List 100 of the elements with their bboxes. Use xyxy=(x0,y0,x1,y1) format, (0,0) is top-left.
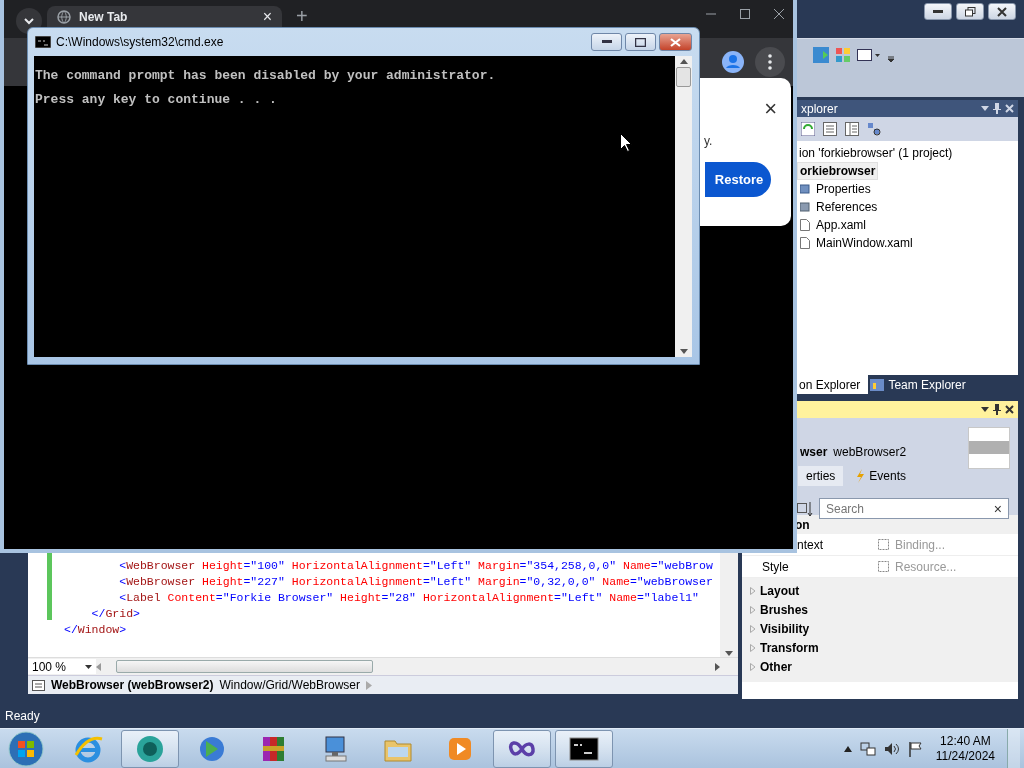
window-icon[interactable] xyxy=(857,47,881,63)
speaker-icon[interactable] xyxy=(883,741,900,757)
tab-close-button[interactable]: × xyxy=(262,7,272,26)
console-line: The command prompt has been disabled by your administrator. xyxy=(35,67,497,85)
tree-item[interactable]: App.xaml xyxy=(814,217,869,233)
change-bar xyxy=(47,552,52,620)
category-label[interactable]: Brushes xyxy=(760,602,809,617)
lightning-icon xyxy=(855,469,866,483)
profile-icon[interactable] xyxy=(721,50,745,74)
close-icon xyxy=(670,37,681,47)
taskbar-button[interactable] xyxy=(555,730,613,768)
close-icon xyxy=(997,6,1007,17)
scroll-up-icon[interactable] xyxy=(679,59,688,64)
flag-icon[interactable] xyxy=(907,741,924,757)
menu-button[interactable] xyxy=(755,47,785,77)
category-label[interactable]: Other xyxy=(760,659,792,674)
scrollbar-thumb[interactable] xyxy=(116,660,373,673)
property-name: ntext xyxy=(796,537,824,552)
console-icon xyxy=(35,36,51,48)
pin-icon[interactable] xyxy=(993,404,1001,415)
code-line: </Window> xyxy=(64,622,128,638)
breadcrumb-item[interactable]: WebBrowser (webBrowser2) xyxy=(51,678,214,692)
close-icon[interactable] xyxy=(773,8,785,20)
list-icon[interactable] xyxy=(823,122,837,136)
restore-button[interactable]: Restore xyxy=(705,162,771,197)
breadcrumb-item[interactable]: Window/Grid/WebBrowser xyxy=(219,678,360,692)
menu-icon xyxy=(768,54,772,70)
mouse-pointer-icon xyxy=(620,133,632,152)
tree-item[interactable]: References xyxy=(814,199,880,215)
clear-button[interactable]: × xyxy=(993,500,1002,517)
document-outline-icon[interactable] xyxy=(32,679,45,691)
dropdown-icon[interactable] xyxy=(981,105,989,112)
console-line: Press any key to continue . . . xyxy=(35,91,278,109)
properties-tab[interactable]: erties xyxy=(798,466,844,486)
scroll-right-icon[interactable] xyxy=(715,662,720,671)
ring-icon xyxy=(134,733,166,765)
dropdown-icon[interactable] xyxy=(981,406,989,413)
browser-tab[interactable]: New Tab × xyxy=(47,6,282,27)
minimize-icon xyxy=(601,40,612,44)
minimize-icon xyxy=(933,9,943,14)
scrollbar-thumb[interactable] xyxy=(676,67,691,87)
pin-icon[interactable] xyxy=(993,103,1001,114)
dialog-close-button[interactable]: × xyxy=(764,96,777,122)
code-line: <Label Content="Forkie Browser" Height="28" HorizontalAlignment="Left" Name="label1" xyxy=(118,590,700,606)
tree-item[interactable]: Properties xyxy=(814,181,873,197)
restore-button[interactable] xyxy=(956,3,984,20)
minimize-button[interactable] xyxy=(591,33,622,51)
close-button[interactable] xyxy=(988,3,1016,20)
restore-icon xyxy=(964,6,976,17)
maximize-button[interactable] xyxy=(625,33,656,51)
properties-icon xyxy=(800,184,810,194)
caret-icon xyxy=(85,664,92,669)
element-preview xyxy=(968,427,1010,469)
dialog-text: y. xyxy=(704,134,713,148)
code-line: <WebBrowser Height="100" HorizontalAlignment="Left" Margin="354,258,0,0" Name="webBrow xyxy=(118,558,714,574)
element-name: webBrowser2 xyxy=(833,445,907,459)
maximize-icon xyxy=(635,37,646,47)
code-line: </Grid> xyxy=(90,606,141,622)
network-icon[interactable] xyxy=(859,741,876,757)
tree-item[interactable]: ion 'forkiebrowser' (1 project) xyxy=(797,145,955,161)
refresh-icon[interactable] xyxy=(801,122,815,136)
panel-tab[interactable]: on Explorer xyxy=(797,375,869,394)
properties-tab[interactable]: Events xyxy=(847,466,915,486)
status-text: Ready xyxy=(5,709,40,723)
category-label[interactable]: Layout xyxy=(760,583,800,598)
search-field[interactable]: Search × xyxy=(819,498,1009,519)
marker-icon[interactable] xyxy=(878,539,889,550)
tree-item[interactable]: MainWindow.xaml xyxy=(814,235,915,251)
category-label[interactable]: Visibility xyxy=(760,621,810,636)
code-line: <WebBrowser Height="227" HorizontalAlignment="Left" Margin="0,32,0,0" Name="webBrowser xyxy=(118,574,714,590)
property-name: Style xyxy=(761,559,790,574)
file-icon xyxy=(800,219,810,231)
diagram-icon[interactable] xyxy=(867,122,881,136)
clock[interactable]: 12:40 AM 11/24/2024 xyxy=(931,734,999,764)
zoom-dropdown[interactable]: 100 % xyxy=(28,659,96,674)
taskbar-button[interactable] xyxy=(493,730,551,768)
taskbar-button[interactable] xyxy=(121,730,179,768)
globe-icon xyxy=(57,9,71,24)
element-type: wser xyxy=(800,445,828,459)
category-label[interactable]: Transform xyxy=(760,640,819,655)
columns-icon[interactable] xyxy=(845,122,859,136)
tab-title: New Tab xyxy=(79,9,129,24)
tree-item[interactable]: orkiebrowser xyxy=(797,162,879,180)
windows-logo-icon xyxy=(8,731,44,767)
sort-icon[interactable] xyxy=(797,499,813,518)
file-icon xyxy=(800,237,810,249)
maximize-icon[interactable] xyxy=(739,8,751,20)
marker-icon[interactable] xyxy=(878,561,889,572)
minimize-button[interactable] xyxy=(924,3,952,20)
new-tab-button[interactable]: + xyxy=(296,6,308,26)
scroll-down-icon[interactable] xyxy=(679,349,688,354)
caret-icon[interactable] xyxy=(843,746,852,752)
team-icon xyxy=(870,379,885,391)
close-icon[interactable] xyxy=(1005,405,1014,414)
panel-tab[interactable]: Team Explorer xyxy=(868,375,974,394)
panel-title: xplorer xyxy=(801,101,838,116)
close-button[interactable] xyxy=(659,33,692,51)
references-icon xyxy=(800,202,810,212)
chevron-down-icon xyxy=(24,17,34,25)
window-title: C:\Windows\system32\cmd.exe xyxy=(56,35,225,49)
